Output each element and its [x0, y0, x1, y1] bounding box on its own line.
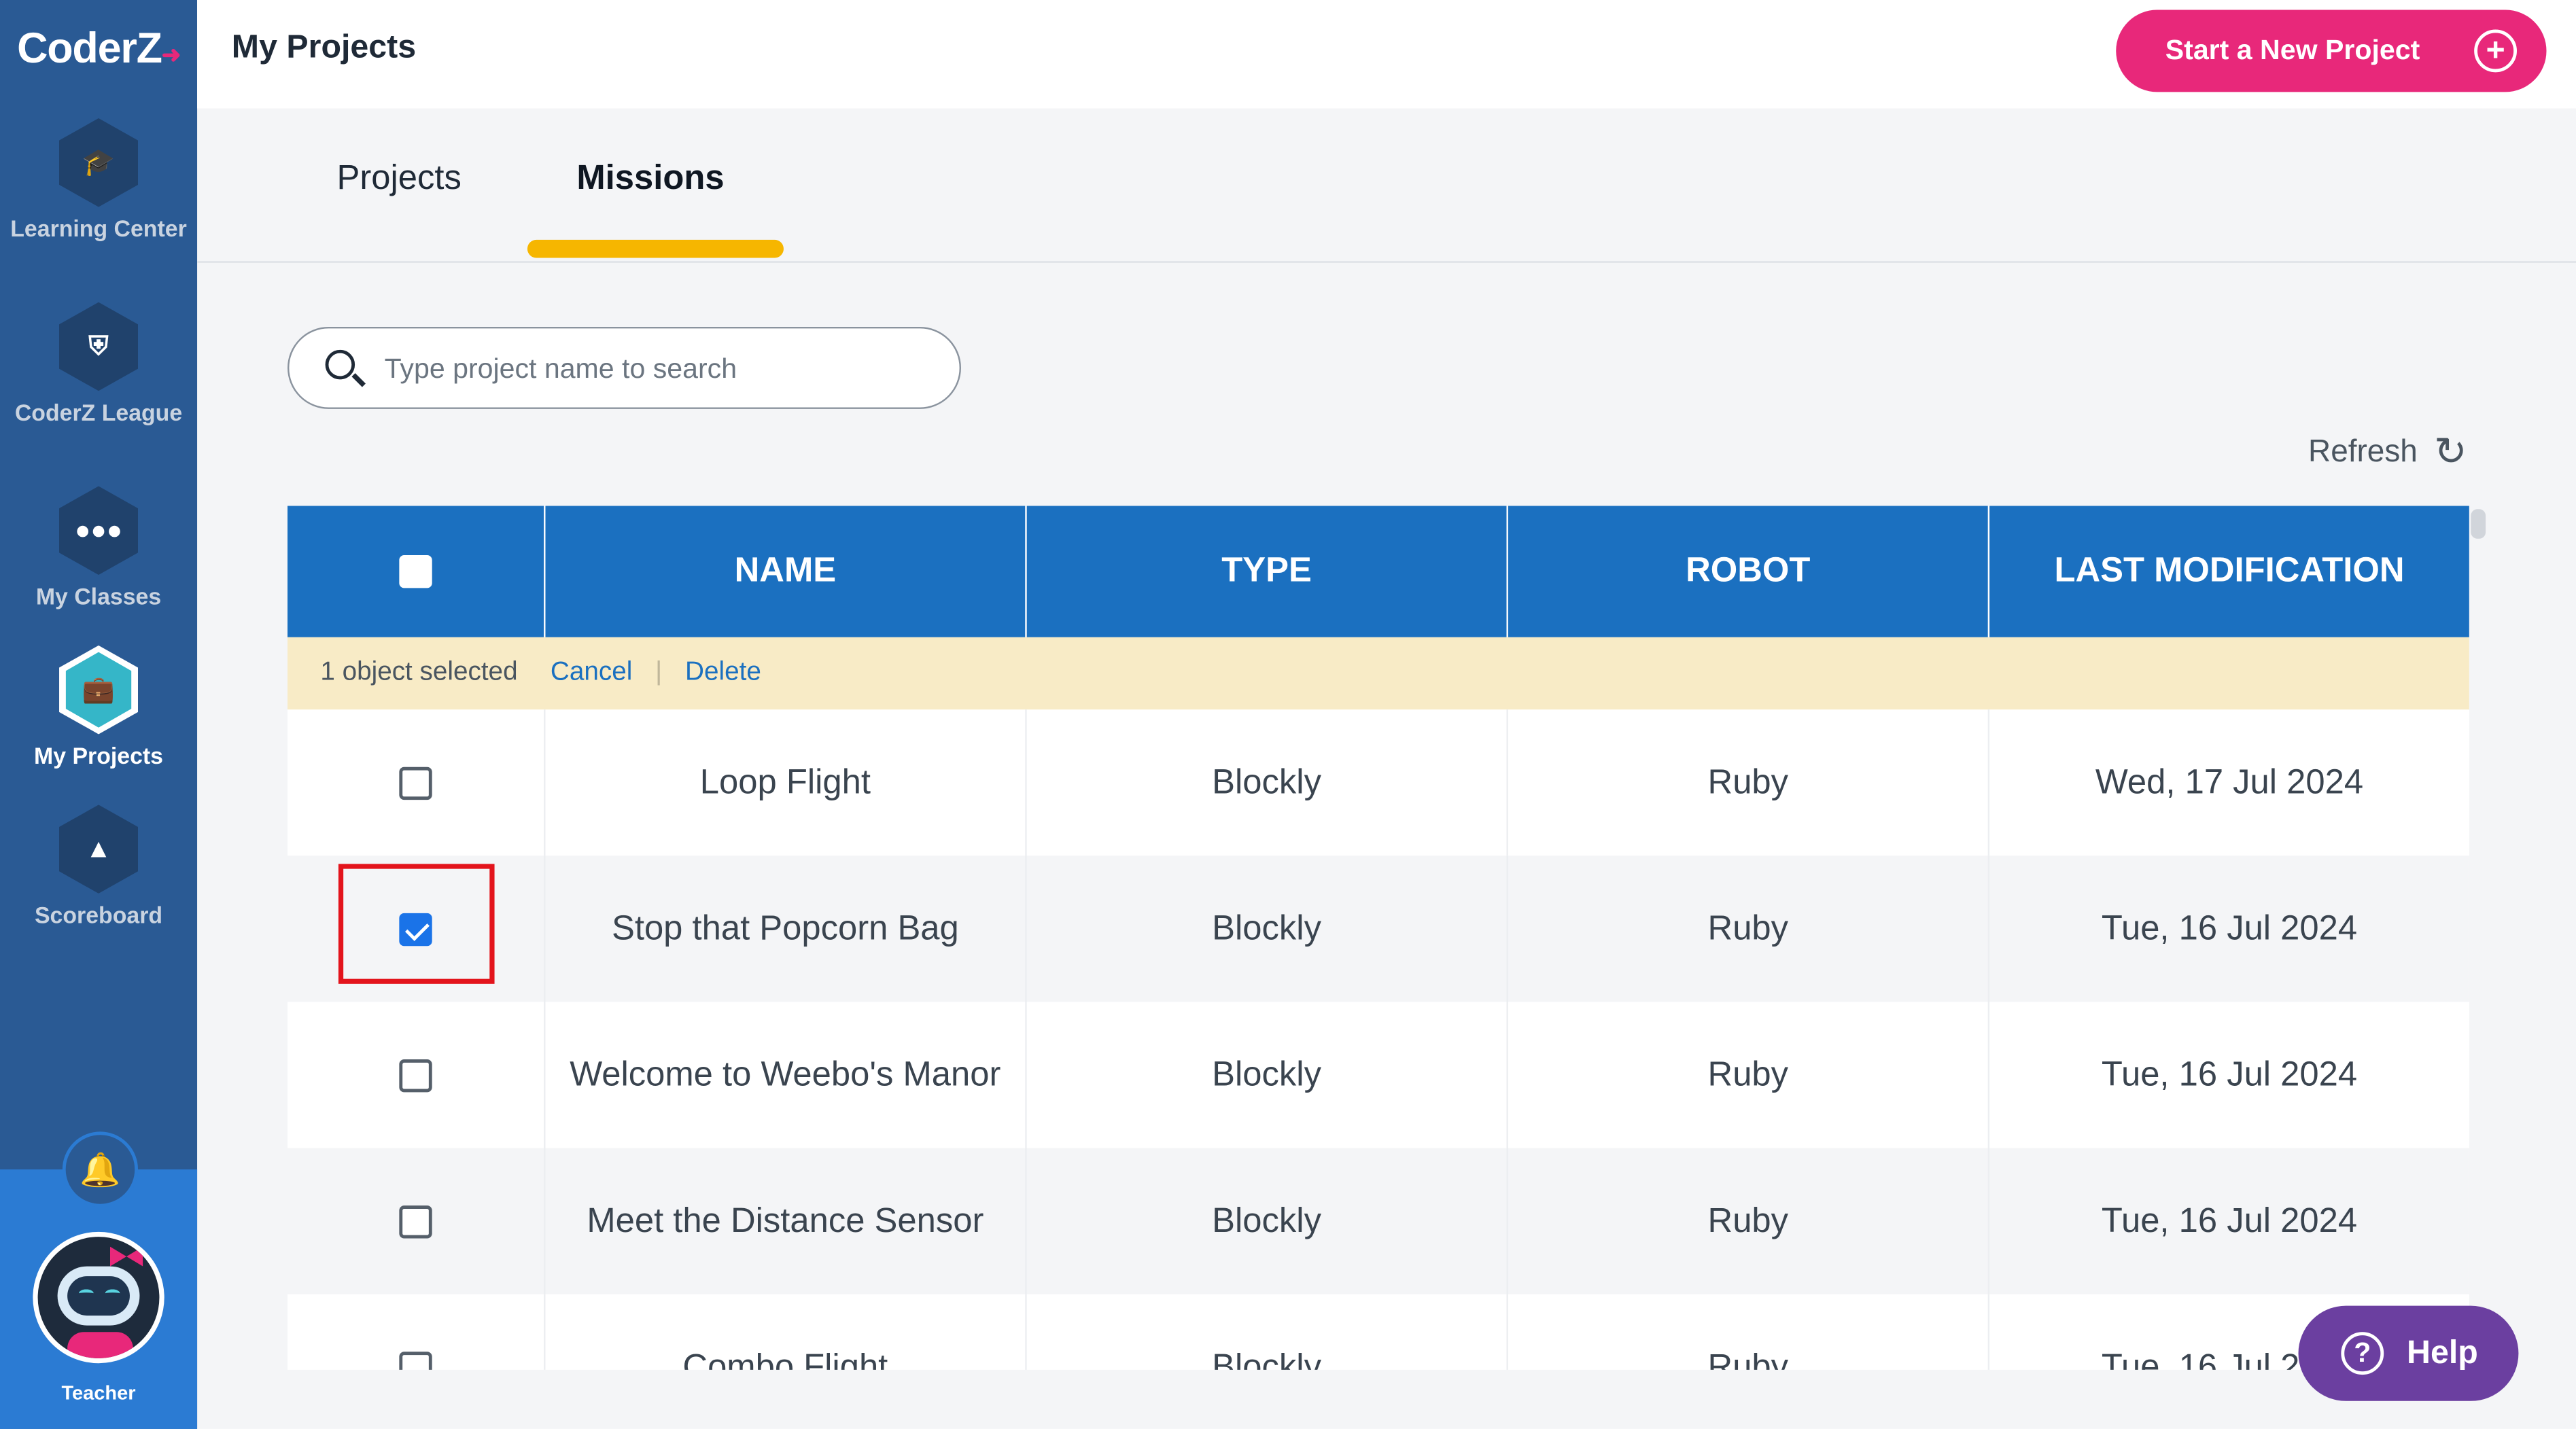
sidebar-item-my-classes[interactable]: ●●● My Classes — [0, 486, 197, 609]
bow-decoration — [109, 1246, 143, 1267]
search-icon — [325, 349, 355, 380]
start-new-project-button[interactable]: Start a New Project + — [2116, 10, 2547, 92]
table-row[interactable]: Welcome to Weebo's Manor Blockly Ruby Tu… — [288, 1002, 2469, 1148]
coderz-logo[interactable]: CoderZ➜ — [0, 23, 197, 74]
bell-icon[interactable]: 🔔 — [62, 1131, 139, 1207]
cell-type: Blockly — [1027, 709, 1508, 856]
plus-circle-icon: + — [2474, 29, 2517, 73]
select-all-checkbox[interactable] — [399, 554, 432, 588]
sidebar-item-label: CoderZ League — [14, 399, 183, 426]
sidebar-item-label: My Projects — [34, 742, 164, 769]
cell-name[interactable]: Welcome to Weebo's Manor — [545, 1002, 1027, 1148]
cell-name[interactable]: Combo Flight — [545, 1294, 1027, 1370]
cell-last-modification: Tue, 16 Jul 2024 — [2101, 1055, 2358, 1093]
tabs-bar: Projects Missions — [197, 109, 2576, 263]
cell-name[interactable]: Stop that Popcorn Bag — [545, 855, 1027, 1002]
table-header: NAME TYPE ROBOT LAST MODIFICATION — [287, 506, 2469, 637]
tab-missions[interactable]: Missions — [576, 159, 724, 198]
app-root: CoderZ➜ 🎓 Learning Center ⛨ CoderZ Leagu… — [0, 0, 2576, 1429]
podium-icon: ▲ — [59, 805, 139, 894]
question-icon: ? — [2341, 1332, 2384, 1375]
avatar[interactable] — [33, 1231, 164, 1364]
search-box[interactable] — [287, 327, 962, 409]
cell-robot: Ruby — [1508, 855, 1990, 1002]
header: My Projects Start a New Project + — [197, 0, 2576, 109]
table-row[interactable]: Stop that Popcorn Bag Blockly Ruby Tue, … — [287, 855, 2469, 1002]
graduation-cap-icon: 🎓 — [59, 118, 139, 207]
column-header-name[interactable]: NAME — [545, 506, 1027, 637]
row-select-cell — [288, 1148, 546, 1294]
delete-selection-link[interactable]: Delete — [685, 658, 761, 688]
briefcase-icon-frame: 💼 — [59, 645, 139, 735]
help-button[interactable]: ? Help — [2298, 1305, 2519, 1401]
column-header-robot[interactable]: ROBOT — [1508, 506, 1990, 637]
cell-type: Blockly — [1027, 1294, 1508, 1370]
missions-table: NAME TYPE ROBOT LAST MODIFICATION 1 obje… — [287, 506, 2469, 1370]
active-tab-indicator — [527, 239, 784, 258]
cell-type: Blockly — [1027, 1148, 1508, 1294]
cell-robot: Ruby — [1508, 1148, 1990, 1294]
row-checkbox[interactable] — [399, 766, 432, 799]
selection-bar: 1 object selected Cancel | Delete — [287, 637, 2469, 710]
start-new-project-label: Start a New Project — [2165, 34, 2420, 66]
briefcase-icon: 💼 — [65, 652, 132, 728]
cell-last-modification: Tue, 16 Jul 2024 — [2101, 1201, 2358, 1239]
cell-robot: Ruby — [1508, 709, 1990, 856]
column-header-type[interactable]: TYPE — [1027, 506, 1508, 637]
row-checkbox[interactable] — [399, 1204, 432, 1238]
table-row[interactable]: Meet the Distance Sensor Blockly Ruby Tu… — [287, 1148, 2469, 1294]
sidebar-item-label: Scoreboard — [34, 901, 163, 928]
robot-visor — [67, 1276, 130, 1316]
column-header-last-modification[interactable]: LAST MODIFICATION — [1989, 506, 2469, 637]
refresh-label: Refresh — [2308, 434, 2418, 470]
help-label: Help — [2407, 1334, 2478, 1371]
cell-type: Blockly — [1027, 855, 1508, 1002]
users-icon: ●●● — [59, 486, 139, 575]
cell-name[interactable]: Loop Flight — [545, 709, 1027, 856]
sidebar-item-label: My Classes — [35, 583, 162, 610]
cell-last-modification: Tue, 16 Jul 2024 — [2101, 908, 2358, 947]
header-select-all-cell — [288, 506, 546, 637]
sidebar-item-scoreboard[interactable]: ▲ Scoreboard — [0, 805, 197, 928]
cell-robot: Ruby — [1508, 1002, 1990, 1148]
selection-highlight-box — [338, 864, 495, 984]
divider: | — [655, 658, 663, 687]
robot-eye — [105, 1289, 120, 1297]
cell-robot: Ruby — [1508, 1294, 1990, 1370]
cancel-selection-link[interactable]: Cancel — [551, 658, 632, 688]
row-select-cell — [288, 709, 546, 856]
row-select-cell — [288, 1002, 546, 1148]
cell-name[interactable]: Meet the Distance Sensor — [545, 1148, 1027, 1294]
row-select-cell — [288, 1294, 546, 1370]
table-row[interactable]: Loop Flight Blockly Ruby Wed, 17 Jul 202… — [288, 709, 2469, 856]
search-input[interactable] — [384, 348, 927, 391]
sidebar-item-my-projects[interactable]: 💼 My Projects — [0, 645, 197, 769]
cell-last-modification: Wed, 17 Jul 2024 — [2095, 762, 2364, 801]
sidebar-item-label: Learning Center — [10, 215, 187, 242]
page-title: My Projects — [231, 29, 417, 66]
row-checkbox[interactable] — [399, 1351, 432, 1370]
refresh-button[interactable]: Refresh ↻ — [2308, 429, 2467, 476]
robot-eye — [79, 1289, 94, 1297]
sidebar-item-coderz-league[interactable]: ⛨ CoderZ League — [0, 302, 197, 425]
selection-count: 1 object selected — [320, 658, 518, 687]
sidebar: CoderZ➜ 🎓 Learning Center ⛨ CoderZ Leagu… — [0, 0, 198, 1429]
sidebar-item-learning-center[interactable]: 🎓 Learning Center — [0, 118, 197, 241]
table-row[interactable]: Combo Flight Blockly Ruby Tue, 16 Jul 20… — [288, 1294, 2469, 1370]
shield-icon: ⛨ — [59, 302, 139, 391]
user-role-label: Teacher — [61, 1381, 136, 1405]
refresh-icon: ↻ — [2434, 430, 2467, 475]
row-checkbox[interactable] — [399, 1058, 432, 1092]
tab-projects[interactable]: Projects — [337, 159, 462, 198]
table-scrollbar[interactable] — [2471, 509, 2486, 539]
cell-type: Blockly — [1027, 1002, 1508, 1148]
